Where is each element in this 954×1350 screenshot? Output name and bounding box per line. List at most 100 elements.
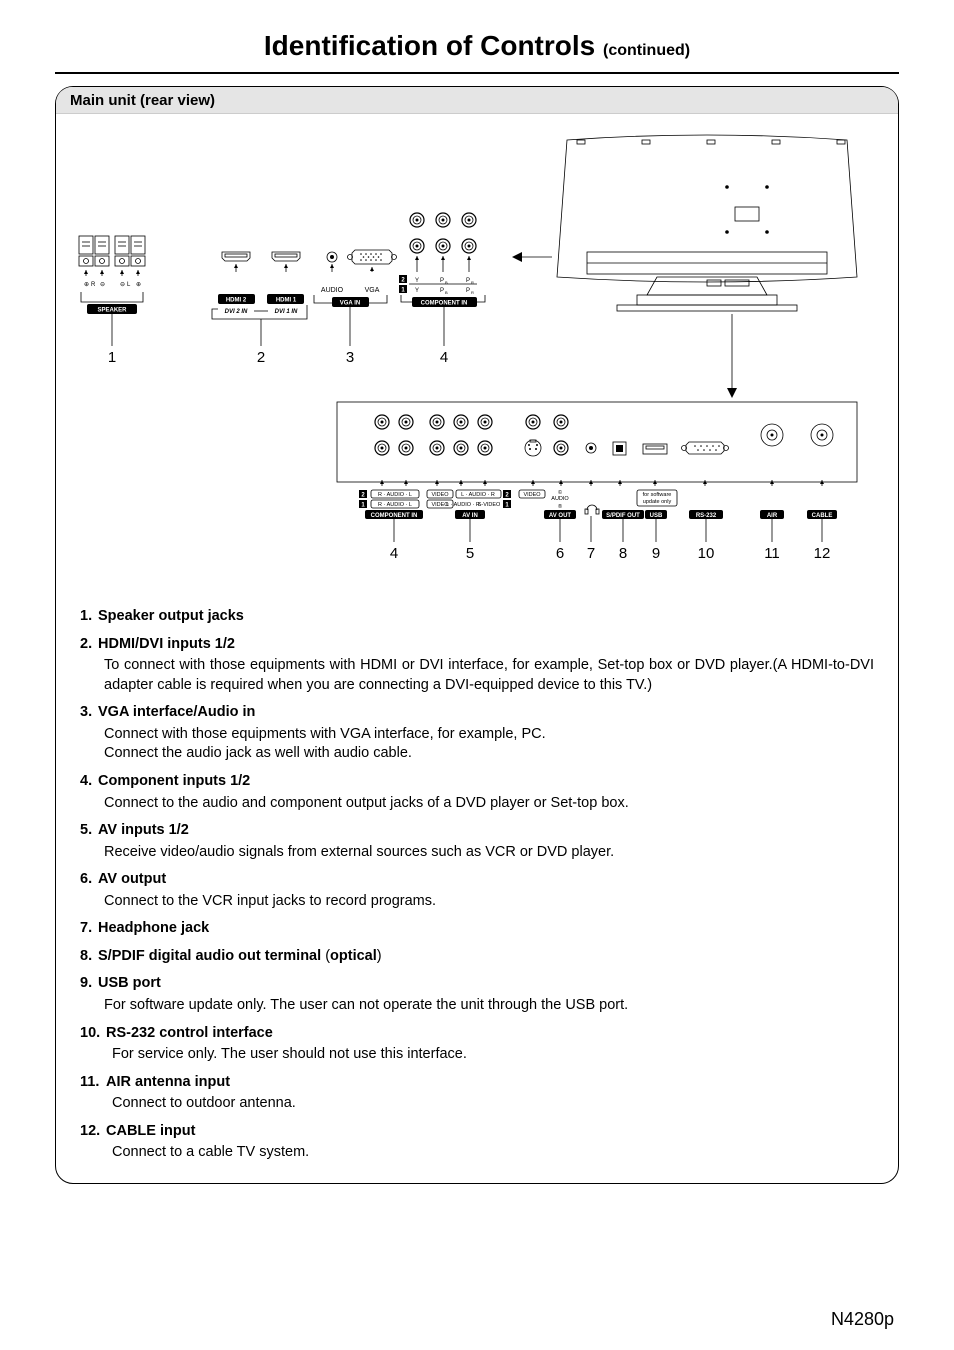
tv-rear-outline bbox=[512, 135, 857, 398]
description-title: VGA interface/Audio in bbox=[98, 704, 255, 720]
description-body: Receive video/audio signals from externa… bbox=[104, 843, 874, 863]
description-item: 10.RS-232 control interfaceFor service o… bbox=[80, 1024, 874, 1065]
title-main: Identification of Controls bbox=[264, 30, 595, 61]
rs232: RS-232 10 bbox=[682, 442, 729, 562]
description-number: 3. bbox=[80, 703, 98, 723]
svg-text:L · AUDIO · R: L · AUDIO · R bbox=[446, 502, 480, 508]
svg-text:Y: Y bbox=[415, 278, 419, 284]
description-number: 11. bbox=[80, 1073, 106, 1093]
svg-text:P: P bbox=[466, 288, 470, 294]
main-unit-box: Main unit (rear view) bbox=[55, 86, 899, 1184]
description-title: Speaker output jacks bbox=[98, 608, 244, 624]
rear-view-diagram: ⊕R⊖ ⊖L⊕ SPEAKER 1 bbox=[56, 114, 898, 599]
svg-text:1: 1 bbox=[108, 349, 116, 366]
vga-audio-in: AUDIO VGA VGA IN 3 bbox=[314, 250, 397, 366]
description-title: AIR antenna input bbox=[106, 1074, 230, 1090]
svg-text:for software: for software bbox=[643, 492, 672, 498]
speaker-jacks: ⊕R⊖ ⊖L⊕ SPEAKER 1 bbox=[79, 236, 145, 366]
svg-text:S/PDIF OUT: S/PDIF OUT bbox=[606, 513, 640, 519]
page-title: Identification of Controls (continued) bbox=[55, 30, 899, 74]
svg-text:⊖: ⊖ bbox=[100, 282, 105, 288]
description-body: Connect to the VCR input jacks to record… bbox=[104, 892, 874, 912]
svg-text:AV IN: AV IN bbox=[462, 513, 478, 519]
svg-text:7: 7 bbox=[587, 545, 595, 562]
description-item: 6.AV output Connect to the VCR input jack… bbox=[80, 870, 874, 911]
svg-text:11: 11 bbox=[764, 545, 780, 562]
description-number: 12. bbox=[80, 1122, 106, 1142]
description-title: AV inputs 1/2 bbox=[98, 822, 189, 838]
description-item: 3.VGA interface/Audio inConnect with tho… bbox=[80, 703, 874, 764]
svg-text:R · AUDIO · L: R · AUDIO · L bbox=[378, 492, 412, 498]
svg-text:update only: update only bbox=[643, 499, 672, 505]
headphone: 7 bbox=[585, 443, 599, 562]
model-number: N4280p bbox=[831, 1309, 894, 1330]
description-title: CABLE input bbox=[106, 1123, 195, 1139]
svg-text:USB: USB bbox=[650, 513, 663, 519]
description-item: 1.Speaker output jacks bbox=[80, 607, 874, 627]
description-item: 5.AV inputs 1/2 Receive video/audio signa… bbox=[80, 821, 874, 862]
cable-input: CABLE 12 bbox=[807, 424, 837, 562]
svg-text:4: 4 bbox=[390, 545, 398, 562]
description-title: AV output bbox=[98, 871, 166, 887]
description-item: 2.HDMI/DVI inputs 1/2 To connect with tho… bbox=[80, 635, 874, 696]
description-number: 5. bbox=[80, 821, 98, 841]
description-body: Connect to the audio and component outpu… bbox=[104, 794, 874, 814]
description-item: 12.CABLE input Connect to a cable TV syst… bbox=[80, 1122, 874, 1163]
svg-text:COMPONENT IN: COMPONENT IN bbox=[371, 513, 418, 519]
svg-text:AIR: AIR bbox=[767, 513, 778, 519]
description-list: 1.Speaker output jacks2.HDMI/DVI inputs … bbox=[56, 607, 898, 1163]
svg-text:L: L bbox=[127, 282, 131, 288]
svg-text:4: 4 bbox=[440, 349, 448, 366]
svg-text:AV OUT: AV OUT bbox=[549, 513, 572, 519]
svg-text:5: 5 bbox=[466, 545, 474, 562]
description-number: 1. bbox=[80, 607, 98, 627]
svg-text:L · AUDIO · R: L · AUDIO · R bbox=[461, 492, 495, 498]
description-body: To connect with those equipments with HD… bbox=[104, 656, 874, 695]
svg-text:R: R bbox=[91, 282, 96, 288]
svg-text:RS-232: RS-232 bbox=[696, 513, 717, 519]
air-input: AIR 11 bbox=[760, 424, 784, 562]
svg-text:SPEAKER: SPEAKER bbox=[97, 308, 127, 314]
description-body: Connect to a cable TV system. bbox=[112, 1143, 874, 1163]
description-number: 2. bbox=[80, 635, 98, 655]
svg-text:VGA IN: VGA IN bbox=[340, 301, 360, 307]
svg-text:⊕: ⊕ bbox=[136, 282, 141, 288]
description-number: 10. bbox=[80, 1024, 106, 1044]
svg-text:AUDIO: AUDIO bbox=[551, 496, 569, 502]
description-title: S/PDIF digital audio out terminal (optic… bbox=[98, 948, 382, 964]
section-header: Main unit (rear view) bbox=[56, 87, 898, 114]
svg-text:HDMI 2: HDMI 2 bbox=[226, 298, 247, 304]
description-title: RS-232 control interface bbox=[106, 1025, 273, 1041]
description-item: 9.USB portFor software update only. The … bbox=[80, 974, 874, 1015]
svg-text:R · AUDIO · L: R · AUDIO · L bbox=[378, 502, 412, 508]
description-title: USB port bbox=[98, 975, 161, 991]
svg-text:8: 8 bbox=[619, 545, 627, 562]
svg-text:DVI 2 IN: DVI 2 IN bbox=[225, 309, 248, 315]
svg-text:®: ® bbox=[558, 503, 562, 510]
description-number: 8. bbox=[80, 947, 98, 967]
svg-text:COMPONENT IN: COMPONENT IN bbox=[421, 301, 468, 307]
component-in-top: 2 1 Y PB PR Y PB PR COMPONENT IN bbox=[399, 213, 485, 366]
description-number: 6. bbox=[80, 870, 98, 890]
svg-text:⊖: ⊖ bbox=[120, 282, 125, 288]
description-item: 11.AIR antenna input Connect to outdoor a… bbox=[80, 1073, 874, 1114]
description-number: 4. bbox=[80, 772, 98, 792]
svg-text:3: 3 bbox=[346, 349, 354, 366]
spdif-out: S/PDIF OUT 8 bbox=[602, 442, 644, 562]
svg-text:6: 6 bbox=[556, 545, 564, 562]
usb-port: for software update only USB 9 bbox=[637, 444, 677, 562]
title-continued: (continued) bbox=[603, 42, 690, 59]
description-title: HDMI/DVI inputs 1/2 bbox=[98, 636, 235, 652]
component-in-bottom: 2 1 R · AUDIO · L R · AUDIO · L COMPONEN… bbox=[359, 415, 423, 562]
av-out: VIDEO © AUDIO ® AV OUT 6 bbox=[519, 415, 576, 562]
svg-text:10: 10 bbox=[698, 545, 715, 562]
svg-text:2: 2 bbox=[257, 349, 265, 366]
svg-text:P: P bbox=[440, 288, 444, 294]
description-item: 7.Headphone jack bbox=[80, 919, 874, 939]
svg-text:Y: Y bbox=[415, 288, 419, 294]
description-body: Connect to outdoor antenna. bbox=[112, 1094, 874, 1114]
svg-text:R: R bbox=[471, 290, 474, 295]
hdmi-inputs: HDMI 2 HDMI 1 DVI 2 IN DVI 1 IN 2 bbox=[212, 252, 307, 366]
description-title: Component inputs 1/2 bbox=[98, 773, 250, 789]
description-body: For software update only. The user can n… bbox=[104, 996, 874, 1016]
